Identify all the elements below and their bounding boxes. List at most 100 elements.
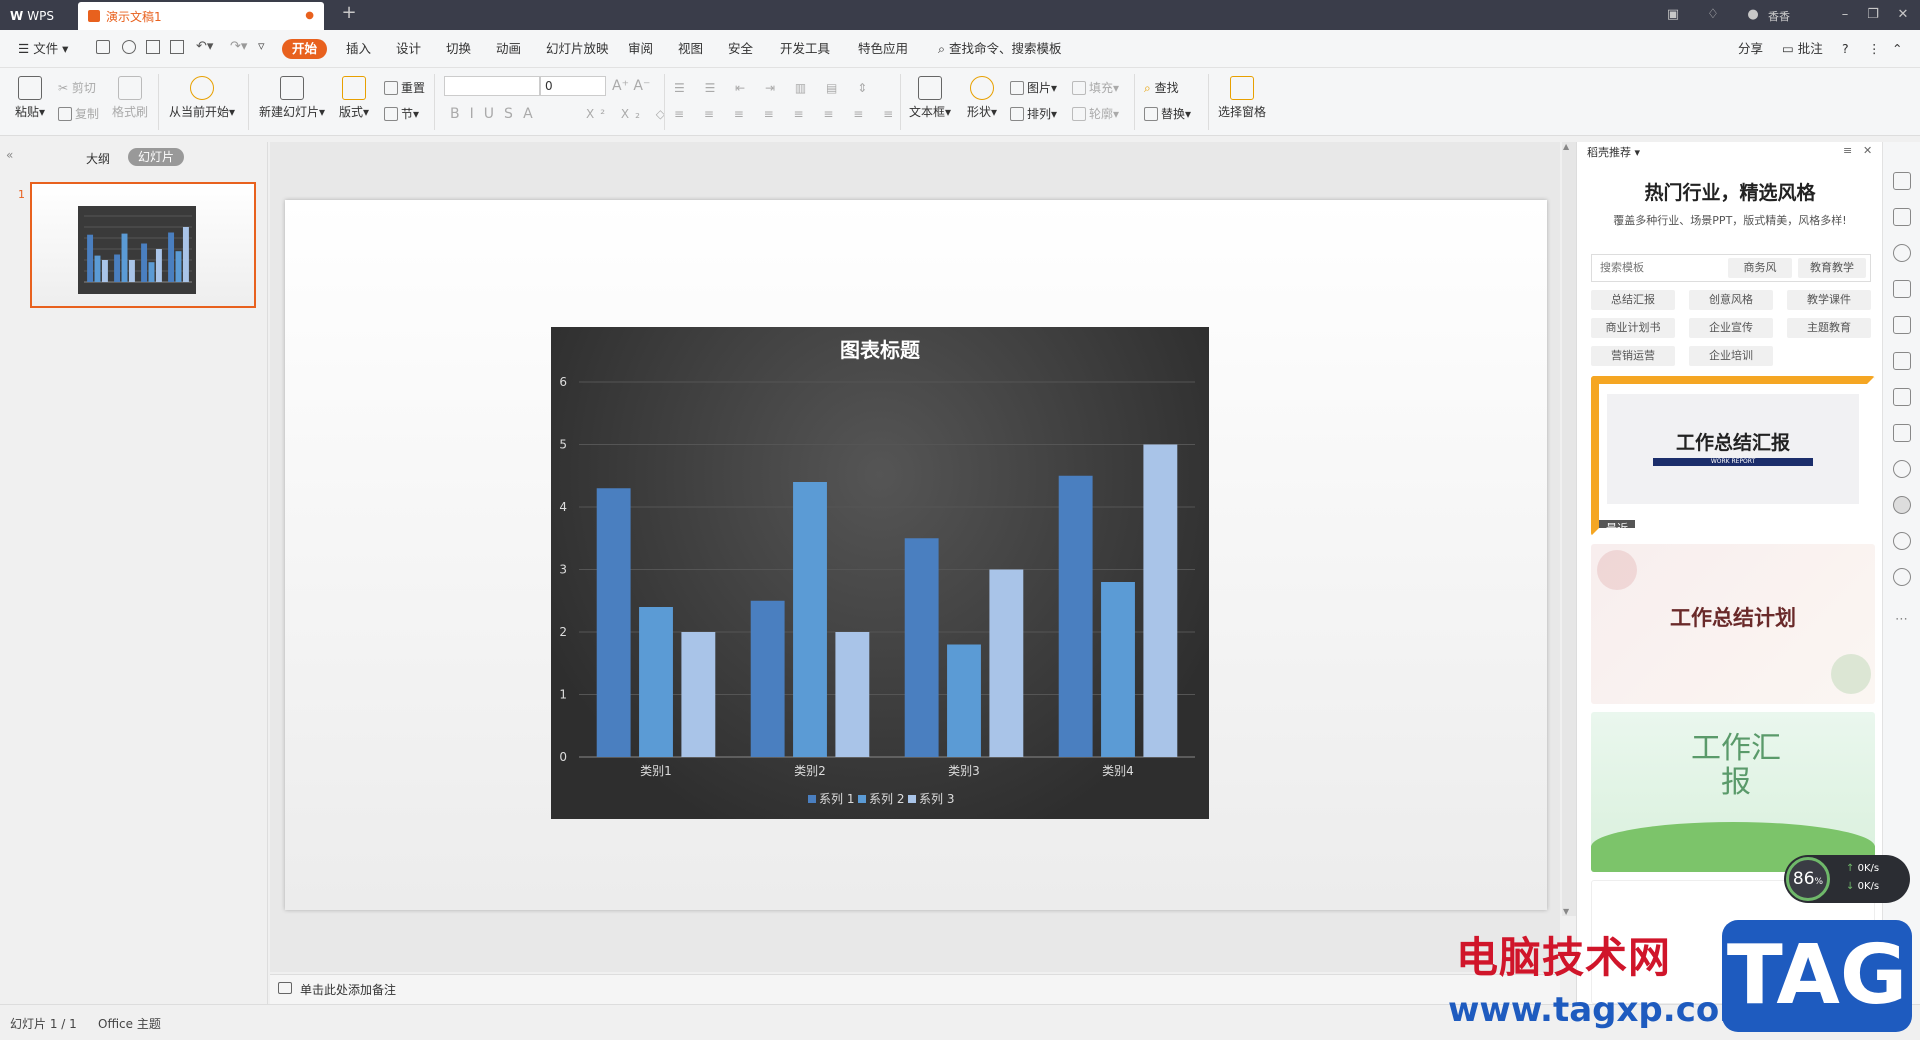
theme-name[interactable]: Office 主题 — [98, 1015, 161, 1032]
format-painter-button[interactable]: 格式刷 — [108, 76, 152, 120]
font-grow-icon[interactable]: A⁺ A⁻ — [612, 76, 650, 96]
print-icon[interactable] — [146, 40, 160, 54]
reset-button[interactable]: 重置 — [384, 78, 425, 98]
collapse-ribbon-icon[interactable]: ⌃ — [1886, 39, 1908, 59]
template-search-input[interactable] — [1592, 255, 1722, 281]
tab-security[interactable]: 安全 — [722, 39, 759, 59]
tag-training[interactable]: 企业培训 — [1689, 346, 1773, 366]
tag-business-plan[interactable]: 商业计划书 — [1591, 318, 1675, 338]
tag-summary-report[interactable]: 总结汇报 — [1591, 290, 1675, 310]
cut-button[interactable]: ✂ 剪切 — [58, 78, 96, 98]
new-slide-button[interactable]: 新建幻灯片▾ — [256, 76, 328, 120]
picture-button[interactable]: 图片▾ — [1010, 78, 1057, 98]
tab-home[interactable]: 开始 — [282, 39, 328, 59]
tab-view[interactable]: 视图 — [672, 39, 709, 59]
from-current-slide-button[interactable]: 从当前开始▾ — [166, 76, 238, 120]
tab-transition[interactable]: 切换 — [440, 39, 477, 59]
panel-header[interactable]: 稻壳推荐 ▾ — [1587, 144, 1640, 160]
section-button[interactable]: 节▾ — [384, 104, 419, 124]
image-icon[interactable] — [1893, 424, 1911, 442]
tab-special[interactable]: 特色应用 — [852, 39, 914, 59]
speaker-icon[interactable] — [1893, 460, 1911, 478]
scroll-down-icon[interactable]: ▼ — [1563, 907, 1569, 916]
page-count-icon[interactable]: ▣ — [1664, 6, 1682, 24]
close-icon[interactable]: ✕ — [1894, 6, 1912, 24]
animation-icon[interactable] — [1893, 280, 1911, 298]
pin-icon[interactable] — [1893, 172, 1911, 190]
comment-button[interactable]: ▭ 批注 — [1776, 39, 1829, 59]
paste-button[interactable]: 粘贴▾ — [10, 76, 50, 120]
more-options-icon[interactable]: ⋯ — [1895, 612, 1908, 627]
copy-button[interactable]: 复制 — [58, 104, 99, 124]
print-preview-icon[interactable] — [170, 40, 184, 54]
superscript-subscript-icons[interactable]: X² X₂ ◇ — [586, 104, 671, 124]
tag-marketing[interactable]: 营销运营 — [1591, 346, 1675, 366]
minimize-icon[interactable]: – — [1836, 6, 1854, 24]
shape-button[interactable]: 形状▾ — [960, 76, 1004, 120]
tab-design[interactable]: 设计 — [390, 39, 427, 59]
panel-menu-icon[interactable]: ≡ — [1843, 144, 1852, 157]
undo-icon[interactable]: ↶▾ — [196, 39, 213, 54]
docer-icon[interactable] — [1893, 496, 1911, 514]
file-menu[interactable]: ☰ 文件 ▾ — [12, 39, 74, 59]
document-tab[interactable]: 演示文稿1 ● — [78, 2, 324, 30]
network-speed-widget[interactable]: 86% ↑ 0K/s ↓ 0K/s — [1784, 855, 1910, 903]
replace-button[interactable]: 替换▾ — [1144, 104, 1191, 124]
quick-tag-education[interactable]: 教育教学 — [1798, 258, 1866, 278]
share-button[interactable]: 分享 — [1732, 39, 1769, 59]
fill-button[interactable]: 填充▾ — [1072, 78, 1119, 98]
template-card[interactable]: 工作总结汇报 WORK REPORT 最近 — [1591, 376, 1875, 536]
tab-developer[interactable]: 开发工具 — [774, 39, 836, 59]
help-circle-icon[interactable] — [1893, 568, 1911, 586]
tab-insert[interactable]: 插入 — [340, 39, 377, 59]
font-style-icons[interactable]: BIUSA — [450, 104, 543, 124]
arrange-button[interactable]: 排列▾ — [1010, 104, 1057, 124]
notes-area[interactable]: 单击此处添加备注 — [270, 974, 1560, 1004]
tag-promotion[interactable]: 企业宣传 — [1689, 318, 1773, 338]
tab-slides[interactable]: 幻灯片 — [128, 148, 184, 166]
avatar[interactable]: ● — [1744, 6, 1762, 24]
wps-cloud-icon[interactable] — [122, 40, 136, 54]
font-size-select[interactable]: 0 — [540, 76, 606, 96]
paragraph-align-icons[interactable]: ≡ ≡ ≡ ≡ ≡ ≡ ≡ ≡ — [674, 104, 901, 124]
selection-pane-button[interactable]: 选择窗格 — [1216, 76, 1268, 120]
tag-courseware[interactable]: 教学课件 — [1787, 290, 1871, 310]
history-icon[interactable] — [1893, 532, 1911, 550]
tag-theme-education[interactable]: 主题教育 — [1787, 318, 1871, 338]
archive-icon[interactable] — [1893, 388, 1911, 406]
template-search[interactable]: 商务风 教育教学 — [1591, 254, 1871, 282]
tag-creative[interactable]: 创意风格 — [1689, 290, 1773, 310]
tab-slideshow[interactable]: 幻灯片放映 — [540, 39, 615, 59]
layout-button[interactable]: 版式▾ — [336, 76, 372, 120]
outline-button[interactable]: 轮廓▾ — [1072, 104, 1119, 124]
quick-tag-business[interactable]: 商务风 — [1728, 258, 1792, 278]
customize-toolbar-icon[interactable]: ▿ — [258, 39, 265, 54]
collapse-panel-icon[interactable]: « — [6, 148, 13, 162]
bullet-list-icons[interactable]: ☰ ☰ ⇤ ⇥ ▥ ▤ ⇕ — [674, 78, 875, 98]
copy-format-icon[interactable] — [1893, 208, 1911, 226]
scroll-up-icon[interactable]: ▲ — [1563, 142, 1569, 151]
textbox-button[interactable]: 文本框▾ — [908, 76, 952, 120]
tab-outline[interactable]: 大纲 — [86, 150, 110, 167]
more-icon[interactable]: ⋮ — [1862, 39, 1887, 59]
help-icon[interactable]: ? — [1836, 39, 1855, 59]
panel-close-icon[interactable]: ✕ — [1863, 144, 1872, 157]
shirt-skin-icon[interactable]: ♢ — [1704, 6, 1722, 24]
save-icon[interactable] — [96, 40, 110, 54]
slide-thumbnail[interactable] — [30, 182, 256, 308]
template-card[interactable]: 工作汇报 — [1591, 712, 1875, 872]
canvas-scrollbar[interactable]: ▲ ▼ — [1562, 142, 1576, 916]
template-icon[interactable] — [1893, 352, 1911, 370]
shapes-icon[interactable] — [1893, 244, 1911, 262]
new-tab-icon[interactable]: + — [340, 4, 358, 22]
app-tab[interactable]: W WPS — [0, 2, 74, 30]
restore-icon[interactable]: ❐ — [1864, 6, 1882, 24]
redo-icon[interactable]: ↷▾ — [230, 39, 247, 54]
tab-animation[interactable]: 动画 — [490, 39, 527, 59]
user-name[interactable]: 香香 — [1768, 8, 1790, 24]
bar-chart[interactable]: 图表标题 0 1 2 3 4 5 6 类别1 类别2 类别3 类别4 系列 1 系列 2 系列 3 — [551, 327, 1209, 819]
tab-review[interactable]: 审阅 — [622, 39, 659, 59]
template-card[interactable]: 工作总结计划 — [1591, 544, 1875, 704]
command-search[interactable]: ⌕ 查找命令、搜索模板 — [932, 39, 1068, 59]
find-button[interactable]: ⌕ 查找 — [1144, 78, 1179, 98]
